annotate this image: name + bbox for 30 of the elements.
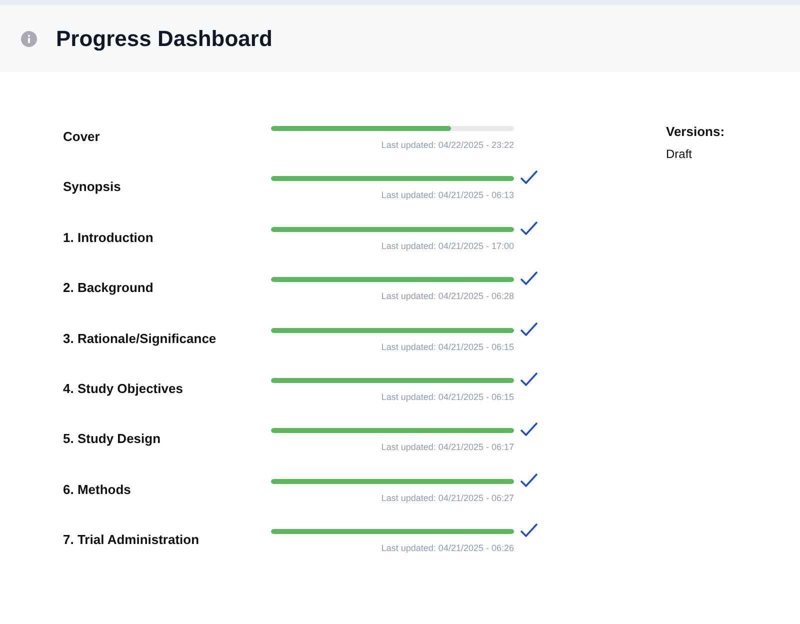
last-updated-text: Last updated: 04/21/2025 - 06:26 [381,543,514,554]
checkmark-icon [520,170,538,184]
section-label: 2. Background [63,279,154,298]
section-label: 6. Methods [63,480,132,499]
last-updated-text: Last updated: 04/21/2025 - 17:00 [381,240,514,251]
last-updated-text: Last updated: 04/21/2025 - 06:28 [381,291,514,302]
section-label: Cover [63,128,101,146]
checkmark-icon [520,422,538,436]
last-updated-text: Last updated: 04/21/2025 - 06:27 [381,492,514,503]
checkmark-icon [520,220,538,235]
checkmark-icon [520,523,538,538]
last-updated-text: Last updated: 04/21/2025 - 06:17 [381,442,514,452]
info-icon [21,30,37,46]
checkmark-icon [520,271,538,286]
last-updated-text: Last updated: 04/21/2025 - 06:15 [381,392,514,402]
section-label: 3. Rationale/Significance [63,330,218,348]
section-label: 5. Study Design [63,430,162,448]
last-updated-text: Last updated: 04/22/2025 - 23:22 [381,140,514,150]
section-label: 4. Study Objectives [63,380,184,398]
checkmark-icon [520,372,538,386]
last-updated-text: Last updated: 04/21/2025 - 06:15 [381,342,514,352]
section-label: Synopsis [63,178,122,196]
last-updated-text: Last updated: 04/21/2025 - 06:13 [381,190,514,200]
checkmark-icon [520,322,538,336]
version-item: Draft [666,147,694,161]
section-label: 7. Trial Administration [63,531,200,550]
page-title: Progress Dashboard [56,26,272,52]
versions-heading: Versions: [666,124,725,139]
checkmark-icon [520,472,538,487]
section-label: 1. Introduction [63,228,154,247]
